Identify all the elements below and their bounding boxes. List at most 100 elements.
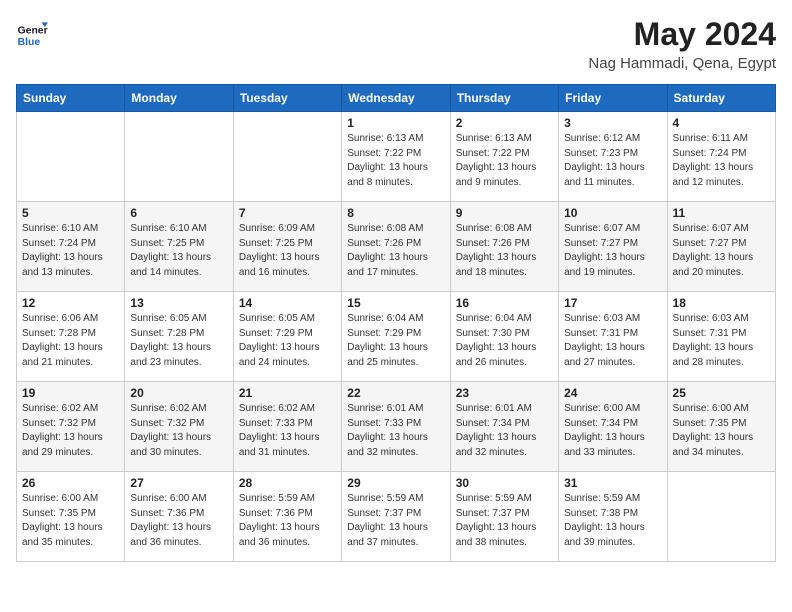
day-cell: 23 Sunrise: 6:01 AMSunset: 7:34 PMDayligh… xyxy=(450,382,558,472)
page-header: General Blue May 2024 Nag Hammadi, Qena,… xyxy=(16,16,776,72)
day-cell: 3 Sunrise: 6:12 AMSunset: 7:23 PMDaylight… xyxy=(559,112,667,202)
day-number: 31 xyxy=(564,476,661,490)
title-block: May 2024 Nag Hammadi, Qena, Egypt xyxy=(588,16,776,72)
day-cell: 18 Sunrise: 6:03 AMSunset: 7:31 PMDayligh… xyxy=(667,292,775,382)
week-row-2: 5 Sunrise: 6:10 AMSunset: 7:24 PMDaylight… xyxy=(17,202,776,292)
day-number: 26 xyxy=(22,476,119,490)
day-info: Sunrise: 6:01 AMSunset: 7:34 PMDaylight:… xyxy=(456,402,553,460)
day-info: Sunrise: 6:03 AMSunset: 7:31 PMDaylight:… xyxy=(673,312,770,370)
day-number: 12 xyxy=(22,296,119,310)
day-cell: 7 Sunrise: 6:09 AMSunset: 7:25 PMDaylight… xyxy=(233,202,341,292)
day-info: Sunrise: 6:09 AMSunset: 7:25 PMDaylight:… xyxy=(239,222,336,280)
day-cell: 22 Sunrise: 6:01 AMSunset: 7:33 PMDayligh… xyxy=(342,382,450,472)
day-number: 24 xyxy=(564,386,661,400)
day-number: 3 xyxy=(564,116,661,130)
location: Nag Hammadi, Qena, Egypt xyxy=(588,55,776,72)
day-cell: 15Sunrise: 6:04 AMSunset: 7:29 PMDayligh… xyxy=(342,292,450,382)
day-cell: 17 Sunrise: 6:03 AMSunset: 7:31 PMDayligh… xyxy=(559,292,667,382)
day-info: Sunrise: 6:03 AMSunset: 7:31 PMDaylight:… xyxy=(564,312,661,370)
day-number: 22 xyxy=(347,386,444,400)
day-number: 9 xyxy=(456,206,553,220)
day-info: Sunrise: 6:01 AMSunset: 7:33 PMDaylight:… xyxy=(347,402,444,460)
day-info: Sunrise: 6:11 AMSunset: 7:24 PMDaylight:… xyxy=(673,132,770,190)
day-cell xyxy=(667,472,775,562)
day-info: Sunrise: 6:00 AMSunset: 7:36 PMDaylight:… xyxy=(130,492,227,550)
day-number: 13 xyxy=(130,296,227,310)
day-cell: 28Sunrise: 5:59 AMSunset: 7:36 PMDayligh… xyxy=(233,472,341,562)
day-cell: 13 Sunrise: 6:05 AMSunset: 7:28 PMDayligh… xyxy=(125,292,233,382)
day-cell: 9 Sunrise: 6:08 AMSunset: 7:26 PMDaylight… xyxy=(450,202,558,292)
day-info: Sunrise: 6:06 AMSunset: 7:28 PMDaylight:… xyxy=(22,312,119,370)
day-info: Sunrise: 5:59 AMSunset: 7:36 PMDaylight:… xyxy=(239,492,336,550)
day-cell xyxy=(233,112,341,202)
day-number: 19 xyxy=(22,386,119,400)
week-row-4: 19 Sunrise: 6:02 AMSunset: 7:32 PMDayligh… xyxy=(17,382,776,472)
day-cell: 14Sunrise: 6:05 AMSunset: 7:29 PMDayligh… xyxy=(233,292,341,382)
day-number: 10 xyxy=(564,206,661,220)
day-cell: 30 Sunrise: 5:59 AMSunset: 7:37 PMDayligh… xyxy=(450,472,558,562)
day-cell xyxy=(125,112,233,202)
day-info: Sunrise: 6:08 AMSunset: 7:26 PMDaylight:… xyxy=(347,222,444,280)
day-info: Sunrise: 5:59 AMSunset: 7:37 PMDaylight:… xyxy=(347,492,444,550)
day-number: 23 xyxy=(456,386,553,400)
day-info: Sunrise: 6:13 AMSunset: 7:22 PMDaylight:… xyxy=(347,132,444,190)
day-cell: 8Sunrise: 6:08 AMSunset: 7:26 PMDaylight… xyxy=(342,202,450,292)
day-info: Sunrise: 6:07 AMSunset: 7:27 PMDaylight:… xyxy=(673,222,770,280)
day-info: Sunrise: 6:10 AMSunset: 7:24 PMDaylight:… xyxy=(22,222,119,280)
day-number: 7 xyxy=(239,206,336,220)
day-info: Sunrise: 6:10 AMSunset: 7:25 PMDaylight:… xyxy=(130,222,227,280)
day-info: Sunrise: 6:02 AMSunset: 7:32 PMDaylight:… xyxy=(22,402,119,460)
day-cell: 27 Sunrise: 6:00 AMSunset: 7:36 PMDayligh… xyxy=(125,472,233,562)
logo-icon: General Blue xyxy=(16,16,48,48)
day-info: Sunrise: 6:02 AMSunset: 7:32 PMDaylight:… xyxy=(130,402,227,460)
week-row-3: 12 Sunrise: 6:06 AMSunset: 7:28 PMDayligh… xyxy=(17,292,776,382)
day-info: Sunrise: 6:08 AMSunset: 7:26 PMDaylight:… xyxy=(456,222,553,280)
day-number: 1 xyxy=(347,116,444,130)
day-info: Sunrise: 6:12 AMSunset: 7:23 PMDaylight:… xyxy=(564,132,661,190)
day-cell: 21 Sunrise: 6:02 AMSunset: 7:33 PMDayligh… xyxy=(233,382,341,472)
day-number: 17 xyxy=(564,296,661,310)
day-info: Sunrise: 5:59 AMSunset: 7:37 PMDaylight:… xyxy=(456,492,553,550)
day-cell: 10 Sunrise: 6:07 AMSunset: 7:27 PMDayligh… xyxy=(559,202,667,292)
day-number: 4 xyxy=(673,116,770,130)
day-cell: 31 Sunrise: 5:59 AMSunset: 7:38 PMDayligh… xyxy=(559,472,667,562)
day-number: 21 xyxy=(239,386,336,400)
header-cell-saturday: Saturday xyxy=(667,85,775,112)
week-row-1: 1 Sunrise: 6:13 AMSunset: 7:22 PMDaylight… xyxy=(17,112,776,202)
day-info: Sunrise: 6:04 AMSunset: 7:30 PMDaylight:… xyxy=(456,312,553,370)
day-info: Sunrise: 6:05 AMSunset: 7:28 PMDaylight:… xyxy=(130,312,227,370)
day-cell: 2Sunrise: 6:13 AMSunset: 7:22 PMDaylight… xyxy=(450,112,558,202)
day-cell: 6Sunrise: 6:10 AMSunset: 7:25 PMDaylight… xyxy=(125,202,233,292)
day-info: Sunrise: 5:59 AMSunset: 7:38 PMDaylight:… xyxy=(564,492,661,550)
day-number: 27 xyxy=(130,476,227,490)
day-cell: 5 Sunrise: 6:10 AMSunset: 7:24 PMDaylight… xyxy=(17,202,125,292)
svg-text:General: General xyxy=(18,26,48,37)
day-number: 5 xyxy=(22,206,119,220)
calendar-header: SundayMondayTuesdayWednesdayThursdayFrid… xyxy=(17,85,776,112)
day-number: 16 xyxy=(456,296,553,310)
day-number: 18 xyxy=(673,296,770,310)
day-cell: 4 Sunrise: 6:11 AMSunset: 7:24 PMDaylight… xyxy=(667,112,775,202)
day-info: Sunrise: 6:02 AMSunset: 7:33 PMDaylight:… xyxy=(239,402,336,460)
day-info: Sunrise: 6:00 AMSunset: 7:34 PMDaylight:… xyxy=(564,402,661,460)
header-row: SundayMondayTuesdayWednesdayThursdayFrid… xyxy=(17,85,776,112)
logo: General Blue xyxy=(16,16,48,48)
day-info: Sunrise: 6:00 AMSunset: 7:35 PMDaylight:… xyxy=(22,492,119,550)
day-info: Sunrise: 6:04 AMSunset: 7:29 PMDaylight:… xyxy=(347,312,444,370)
day-number: 14 xyxy=(239,296,336,310)
day-number: 30 xyxy=(456,476,553,490)
svg-text:Blue: Blue xyxy=(18,37,41,48)
week-row-5: 26 Sunrise: 6:00 AMSunset: 7:35 PMDayligh… xyxy=(17,472,776,562)
day-cell: 11Sunrise: 6:07 AMSunset: 7:27 PMDayligh… xyxy=(667,202,775,292)
header-cell-sunday: Sunday xyxy=(17,85,125,112)
header-cell-monday: Monday xyxy=(125,85,233,112)
header-cell-friday: Friday xyxy=(559,85,667,112)
day-cell: 20Sunrise: 6:02 AMSunset: 7:32 PMDayligh… xyxy=(125,382,233,472)
day-number: 29 xyxy=(347,476,444,490)
calendar-body: 1 Sunrise: 6:13 AMSunset: 7:22 PMDaylight… xyxy=(17,112,776,562)
header-cell-wednesday: Wednesday xyxy=(342,85,450,112)
day-cell: 16 Sunrise: 6:04 AMSunset: 7:30 PMDayligh… xyxy=(450,292,558,382)
header-cell-tuesday: Tuesday xyxy=(233,85,341,112)
day-info: Sunrise: 6:07 AMSunset: 7:27 PMDaylight:… xyxy=(564,222,661,280)
day-cell: 12 Sunrise: 6:06 AMSunset: 7:28 PMDayligh… xyxy=(17,292,125,382)
